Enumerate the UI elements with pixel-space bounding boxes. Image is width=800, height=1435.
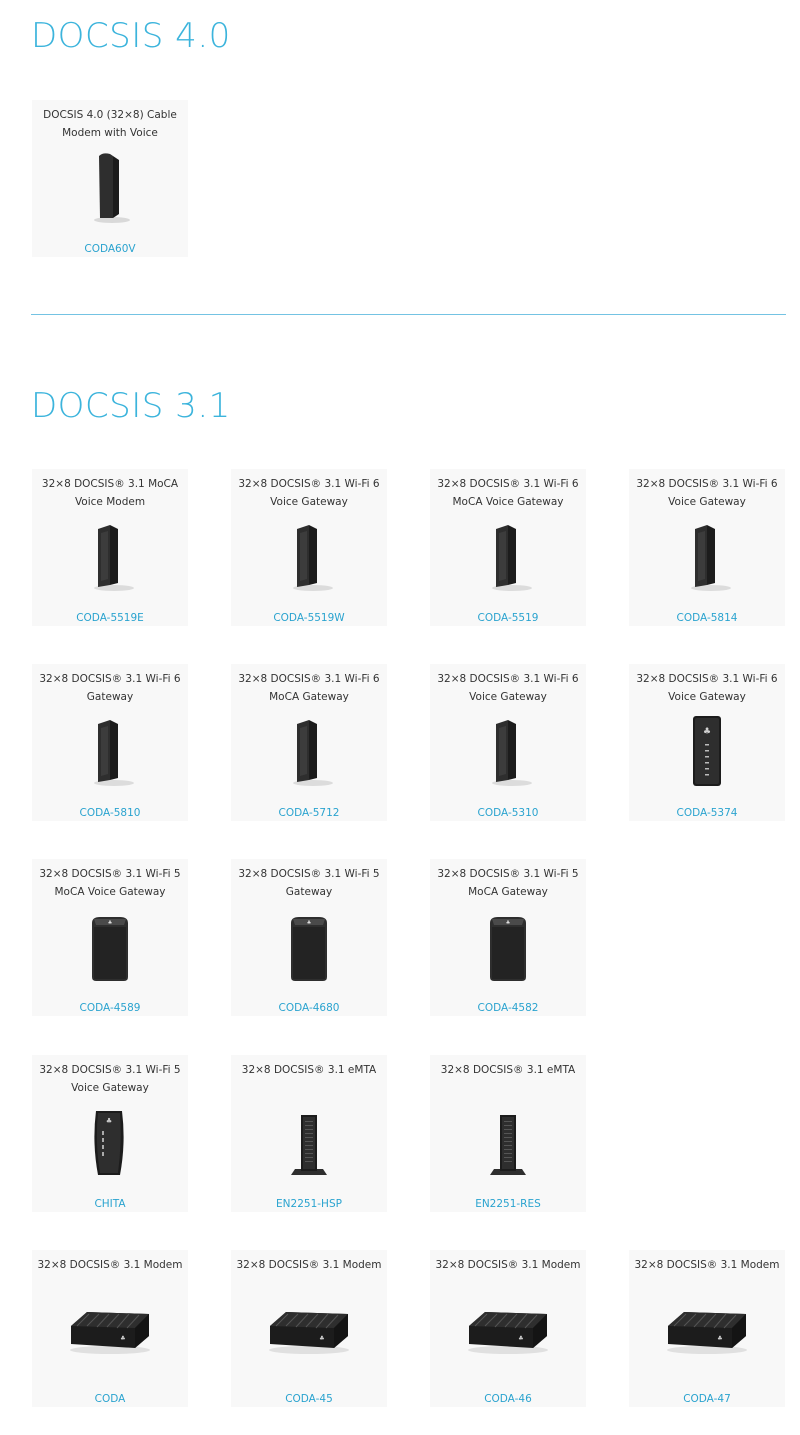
- product-model-link[interactable]: CODA-5810: [32, 806, 188, 820]
- led-tower-device-icon[interactable]: ♣: [629, 712, 785, 794]
- product-model-link[interactable]: CODA-47: [629, 1392, 785, 1406]
- tower-device-icon[interactable]: [430, 712, 586, 794]
- curved-device-icon[interactable]: ♣: [32, 1103, 188, 1185]
- product-model-link[interactable]: CODA-5310: [430, 806, 586, 820]
- product-card[interactable]: 32×8 DOCSIS® 3.1 Wi-Fi 5 Voice Gateway ♣…: [32, 1055, 188, 1212]
- product-title: 32×8 DOCSIS® 3.1 Wi-Fi 6 Voice Gateway: [238, 478, 380, 508]
- svg-text:♣: ♣: [518, 1335, 523, 1342]
- product-model-link[interactable]: CHITA: [32, 1197, 188, 1211]
- product-card[interactable]: 32×8 DOCSIS® 3.1 Wi-Fi 5 MoCA Voice Gate…: [32, 859, 188, 1016]
- svg-text:♣: ♣: [307, 920, 311, 926]
- flat-modem-icon[interactable]: ♣: [231, 1298, 387, 1380]
- tower-device-icon[interactable]: [430, 517, 586, 599]
- product-card[interactable]: 32×8 DOCSIS® 3.1 Wi-Fi 6 MoCA Voice Gate…: [430, 469, 586, 626]
- product-card[interactable]: 32×8 DOCSIS® 3.1 Modem ♣ CODA-47: [629, 1250, 785, 1407]
- product-title: 32×8 DOCSIS® 3.1 Wi-Fi 5 Voice Gateway: [39, 1064, 181, 1094]
- product-title: 32×8 DOCSIS® 3.1 Wi-Fi 5 Gateway: [238, 868, 380, 898]
- cube-device-icon[interactable]: ♣: [231, 907, 387, 989]
- product-title: 32×8 DOCSIS® 3.1 eMTA: [440, 1064, 576, 1076]
- svg-text:♣: ♣: [106, 1117, 112, 1125]
- product-model-link[interactable]: CODA60V: [32, 242, 188, 256]
- cube-device-icon[interactable]: ♣: [430, 907, 586, 989]
- product-title: 32×8 DOCSIS® 3.1 Wi-Fi 6 Voice Gateway: [636, 673, 778, 703]
- product-model-link[interactable]: CODA-4582: [430, 1001, 586, 1015]
- product-model-link[interactable]: CODA-4680: [231, 1001, 387, 1015]
- product-model-link[interactable]: CODA-5519W: [231, 611, 387, 625]
- product-card[interactable]: 32×8 DOCSIS® 3.1 Modem ♣ CODA: [32, 1250, 188, 1407]
- svg-text:♣: ♣: [319, 1335, 324, 1342]
- product-title: 32×8 DOCSIS® 3.1 Wi-Fi 6 Gateway: [39, 673, 181, 703]
- tower-device-icon[interactable]: [629, 517, 785, 599]
- product-model-link[interactable]: CODA-46: [430, 1392, 586, 1406]
- product-card[interactable]: 32×8 DOCSIS® 3.1 Modem ♣ CODA-46: [430, 1250, 586, 1407]
- section-title-docsis-3-1: DOCSIS 3.1: [31, 386, 231, 426]
- product-card[interactable]: DOCSIS 4.0 (32×8) Cable Modem with Voice…: [32, 100, 188, 257]
- slim-tower-device-icon[interactable]: [32, 148, 188, 230]
- product-title: 32×8 DOCSIS® 3.1 Wi-Fi 5 MoCA Gateway: [437, 868, 579, 898]
- product-title: 32×8 DOCSIS® 3.1 Wi-Fi 5 MoCA Voice Gate…: [39, 868, 181, 898]
- tower-device-icon[interactable]: [32, 712, 188, 794]
- section-divider: [31, 314, 786, 315]
- tower-device-icon[interactable]: [231, 712, 387, 794]
- product-model-link[interactable]: EN2251-RES: [430, 1197, 586, 1211]
- product-model-link[interactable]: CODA-5712: [231, 806, 387, 820]
- product-model-link[interactable]: CODA-5519E: [32, 611, 188, 625]
- product-model-link[interactable]: CODA-5519: [430, 611, 586, 625]
- flat-modem-icon[interactable]: ♣: [32, 1298, 188, 1380]
- tower-device-icon[interactable]: [231, 517, 387, 599]
- product-title: 32×8 DOCSIS® 3.1 Wi-Fi 6 Voice Gateway: [636, 478, 778, 508]
- svg-text:♣: ♣: [703, 727, 711, 737]
- flat-modem-icon[interactable]: ♣: [430, 1298, 586, 1380]
- product-card[interactable]: 32×8 DOCSIS® 3.1 Wi-Fi 6 Voice Gateway C…: [430, 664, 586, 821]
- cube-device-icon[interactable]: ♣: [32, 907, 188, 989]
- product-title: 32×8 DOCSIS® 3.1 MoCA Voice Modem: [41, 478, 179, 508]
- product-title: 32×8 DOCSIS® 3.1 eMTA: [241, 1064, 377, 1076]
- product-card[interactable]: 32×8 DOCSIS® 3.1 Wi-Fi 6 Gateway CODA-58…: [32, 664, 188, 821]
- product-title: 32×8 DOCSIS® 3.1 Wi-Fi 6 MoCA Gateway: [238, 673, 380, 703]
- tower-device-icon[interactable]: [32, 517, 188, 599]
- flat-modem-icon[interactable]: ♣: [629, 1298, 785, 1380]
- product-title: 32×8 DOCSIS® 3.1 Wi-Fi 6 MoCA Voice Gate…: [437, 478, 579, 508]
- product-title: DOCSIS 4.0 (32×8) Cable Modem with Voice: [43, 109, 177, 139]
- product-card[interactable]: 32×8 DOCSIS® 3.1 Wi-Fi 5 Gateway ♣ CODA-…: [231, 859, 387, 1016]
- section-title-docsis-4: DOCSIS 4.0: [31, 16, 231, 56]
- product-card[interactable]: 32×8 DOCSIS® 3.1 eMTA EN2251-RES: [430, 1055, 586, 1212]
- product-model-link[interactable]: CODA-5374: [629, 806, 785, 820]
- product-title: 32×8 DOCSIS® 3.1 Wi-Fi 6 Voice Gateway: [437, 673, 579, 703]
- product-title: 32×8 DOCSIS® 3.1 Modem: [435, 1259, 581, 1271]
- product-card[interactable]: 32×8 DOCSIS® 3.1 MoCA Voice Modem CODA-5…: [32, 469, 188, 626]
- product-card[interactable]: 32×8 DOCSIS® 3.1 Wi-Fi 5 MoCA Gateway ♣ …: [430, 859, 586, 1016]
- product-card[interactable]: 32×8 DOCSIS® 3.1 Wi-Fi 6 MoCA Gateway CO…: [231, 664, 387, 821]
- product-model-link[interactable]: EN2251-HSP: [231, 1197, 387, 1211]
- product-model-link[interactable]: CODA: [32, 1392, 188, 1406]
- product-title: 32×8 DOCSIS® 3.1 Modem: [236, 1259, 382, 1271]
- product-model-link[interactable]: CODA-4589: [32, 1001, 188, 1015]
- svg-text:♣: ♣: [120, 1335, 125, 1342]
- product-card[interactable]: 32×8 DOCSIS® 3.1 eMTA EN2251-HSP: [231, 1055, 387, 1212]
- product-card[interactable]: 32×8 DOCSIS® 3.1 Wi-Fi 6 Voice Gateway ♣…: [629, 664, 785, 821]
- product-title: 32×8 DOCSIS® 3.1 Modem: [37, 1259, 183, 1271]
- svg-text:♣: ♣: [108, 920, 112, 926]
- svg-text:♣: ♣: [506, 920, 510, 926]
- emta-device-icon[interactable]: [430, 1103, 586, 1185]
- emta-device-icon[interactable]: [231, 1103, 387, 1185]
- svg-text:♣: ♣: [717, 1335, 722, 1342]
- product-title: 32×8 DOCSIS® 3.1 Modem: [634, 1259, 780, 1271]
- product-card[interactable]: 32×8 DOCSIS® 3.1 Wi-Fi 6 Voice Gateway C…: [629, 469, 785, 626]
- product-card[interactable]: 32×8 DOCSIS® 3.1 Modem ♣ CODA-45: [231, 1250, 387, 1407]
- product-model-link[interactable]: CODA-45: [231, 1392, 387, 1406]
- product-model-link[interactable]: CODA-5814: [629, 611, 785, 625]
- product-card[interactable]: 32×8 DOCSIS® 3.1 Wi-Fi 6 Voice Gateway C…: [231, 469, 387, 626]
